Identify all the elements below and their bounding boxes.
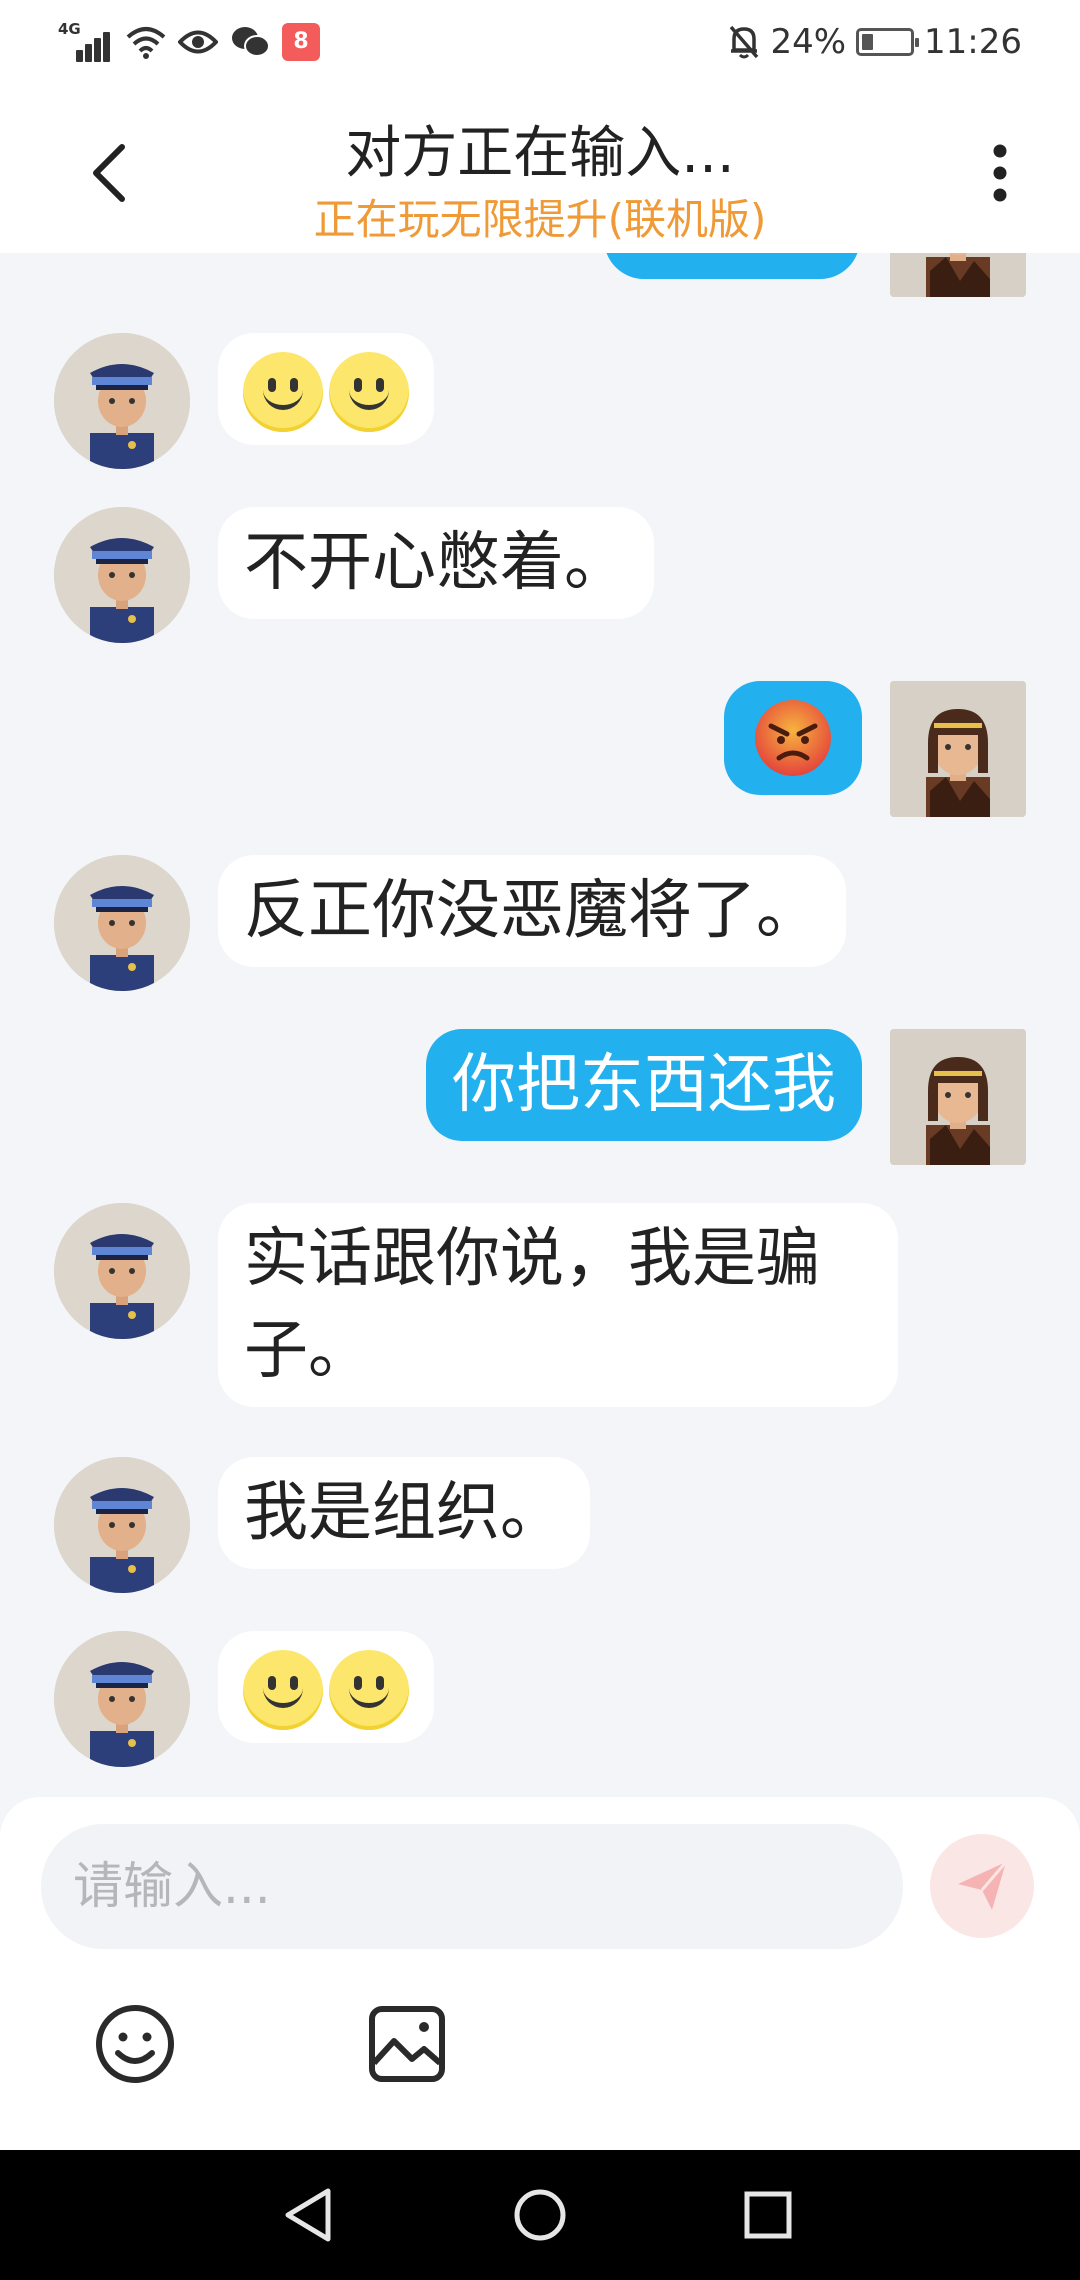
girl-avatar-image xyxy=(890,681,1026,817)
police-avatar[interactable] xyxy=(54,855,190,991)
message-bubble[interactable] xyxy=(724,681,862,795)
girl-avatar[interactable] xyxy=(890,1029,1026,1165)
signal-icon: 4G xyxy=(58,20,114,62)
battery-percentage: 24% xyxy=(770,22,847,62)
nav-recents-button[interactable] xyxy=(728,2175,808,2255)
message-bubble[interactable]: 实话跟你说，我是骗子。 xyxy=(218,1203,898,1407)
battery-icon xyxy=(856,28,920,56)
status-bar: 4G 8 24% 11:26 xyxy=(0,0,1080,88)
message-bubble[interactable]: 我是组织。 xyxy=(218,1457,590,1569)
clock: 11:26 xyxy=(924,22,1022,62)
system-nav-bar xyxy=(0,2150,1080,2280)
police-avatar-image xyxy=(54,1203,190,1339)
app-notification-icon: 8 xyxy=(282,23,320,61)
smiley-icon xyxy=(96,2005,174,2083)
message-bubble[interactable] xyxy=(604,253,860,279)
mute-bell-icon xyxy=(730,25,759,59)
message-bubble[interactable] xyxy=(218,1631,434,1743)
girl-avatar[interactable] xyxy=(890,253,1026,297)
wechat-icon xyxy=(232,27,270,57)
chat-status-subtitle: 正在玩无限提升(联机版) xyxy=(313,195,767,244)
status-right-icons: 24% 11:26 xyxy=(728,22,1022,62)
smiley-face-icon xyxy=(243,1650,323,1731)
eye-icon xyxy=(178,30,218,54)
smiley-face-icon xyxy=(329,1650,409,1731)
image-button[interactable] xyxy=(366,2003,448,2085)
message-list[interactable]: 不开心憋着。 反正你没恶魔将了。 你把东西还我 实话跟你说，我是骗子。 我是组织… xyxy=(0,253,1080,1797)
message-bubble[interactable]: 不开心憋着。 xyxy=(218,507,654,619)
police-avatar[interactable] xyxy=(54,1203,190,1339)
message-bubble[interactable] xyxy=(218,333,434,445)
message-bubble[interactable]: 反正你没恶魔将了。 xyxy=(218,855,846,967)
wifi-icon xyxy=(126,27,166,59)
police-avatar-image xyxy=(54,333,190,469)
message-input[interactable]: 请输入... xyxy=(41,1824,903,1949)
message-bubble[interactable]: 你把东西还我 xyxy=(426,1029,862,1141)
page-title: 对方正在输入... xyxy=(345,121,735,186)
police-avatar[interactable] xyxy=(54,1631,190,1767)
girl-avatar[interactable] xyxy=(890,681,1026,817)
chat-header: 对方正在输入... 正在玩无限提升(联机版) xyxy=(0,88,1080,253)
police-avatar-image xyxy=(54,1457,190,1593)
smiley-face-icon xyxy=(329,352,409,433)
police-avatar-image xyxy=(54,855,190,991)
triangle-back-icon xyxy=(285,2188,331,2242)
police-avatar[interactable] xyxy=(54,333,190,469)
smiley-face-icon xyxy=(243,352,323,433)
girl-avatar-image xyxy=(890,1029,1026,1165)
circle-home-icon xyxy=(514,2189,566,2241)
send-button[interactable] xyxy=(930,1834,1034,1938)
more-options-button[interactable] xyxy=(964,128,1036,218)
police-avatar-image xyxy=(54,507,190,643)
status-left-icons: 4G 8 xyxy=(58,20,320,62)
police-avatar-image xyxy=(54,1631,190,1767)
police-avatar[interactable] xyxy=(54,1457,190,1593)
battery-level xyxy=(862,34,874,50)
network-type-label: 4G xyxy=(58,20,81,38)
composer-panel: 请输入... xyxy=(0,1797,1080,2150)
police-avatar[interactable] xyxy=(54,507,190,643)
nav-home-button[interactable] xyxy=(500,2175,580,2255)
image-icon xyxy=(369,2006,445,2082)
girl-avatar-image xyxy=(890,253,1026,297)
more-vertical-icon xyxy=(993,144,1007,202)
emoji-button[interactable] xyxy=(94,2003,176,2085)
square-recents-icon xyxy=(744,2191,792,2239)
angry-face-icon xyxy=(755,700,831,776)
send-icon xyxy=(958,1861,1008,1910)
nav-back-button[interactable] xyxy=(268,2175,348,2255)
